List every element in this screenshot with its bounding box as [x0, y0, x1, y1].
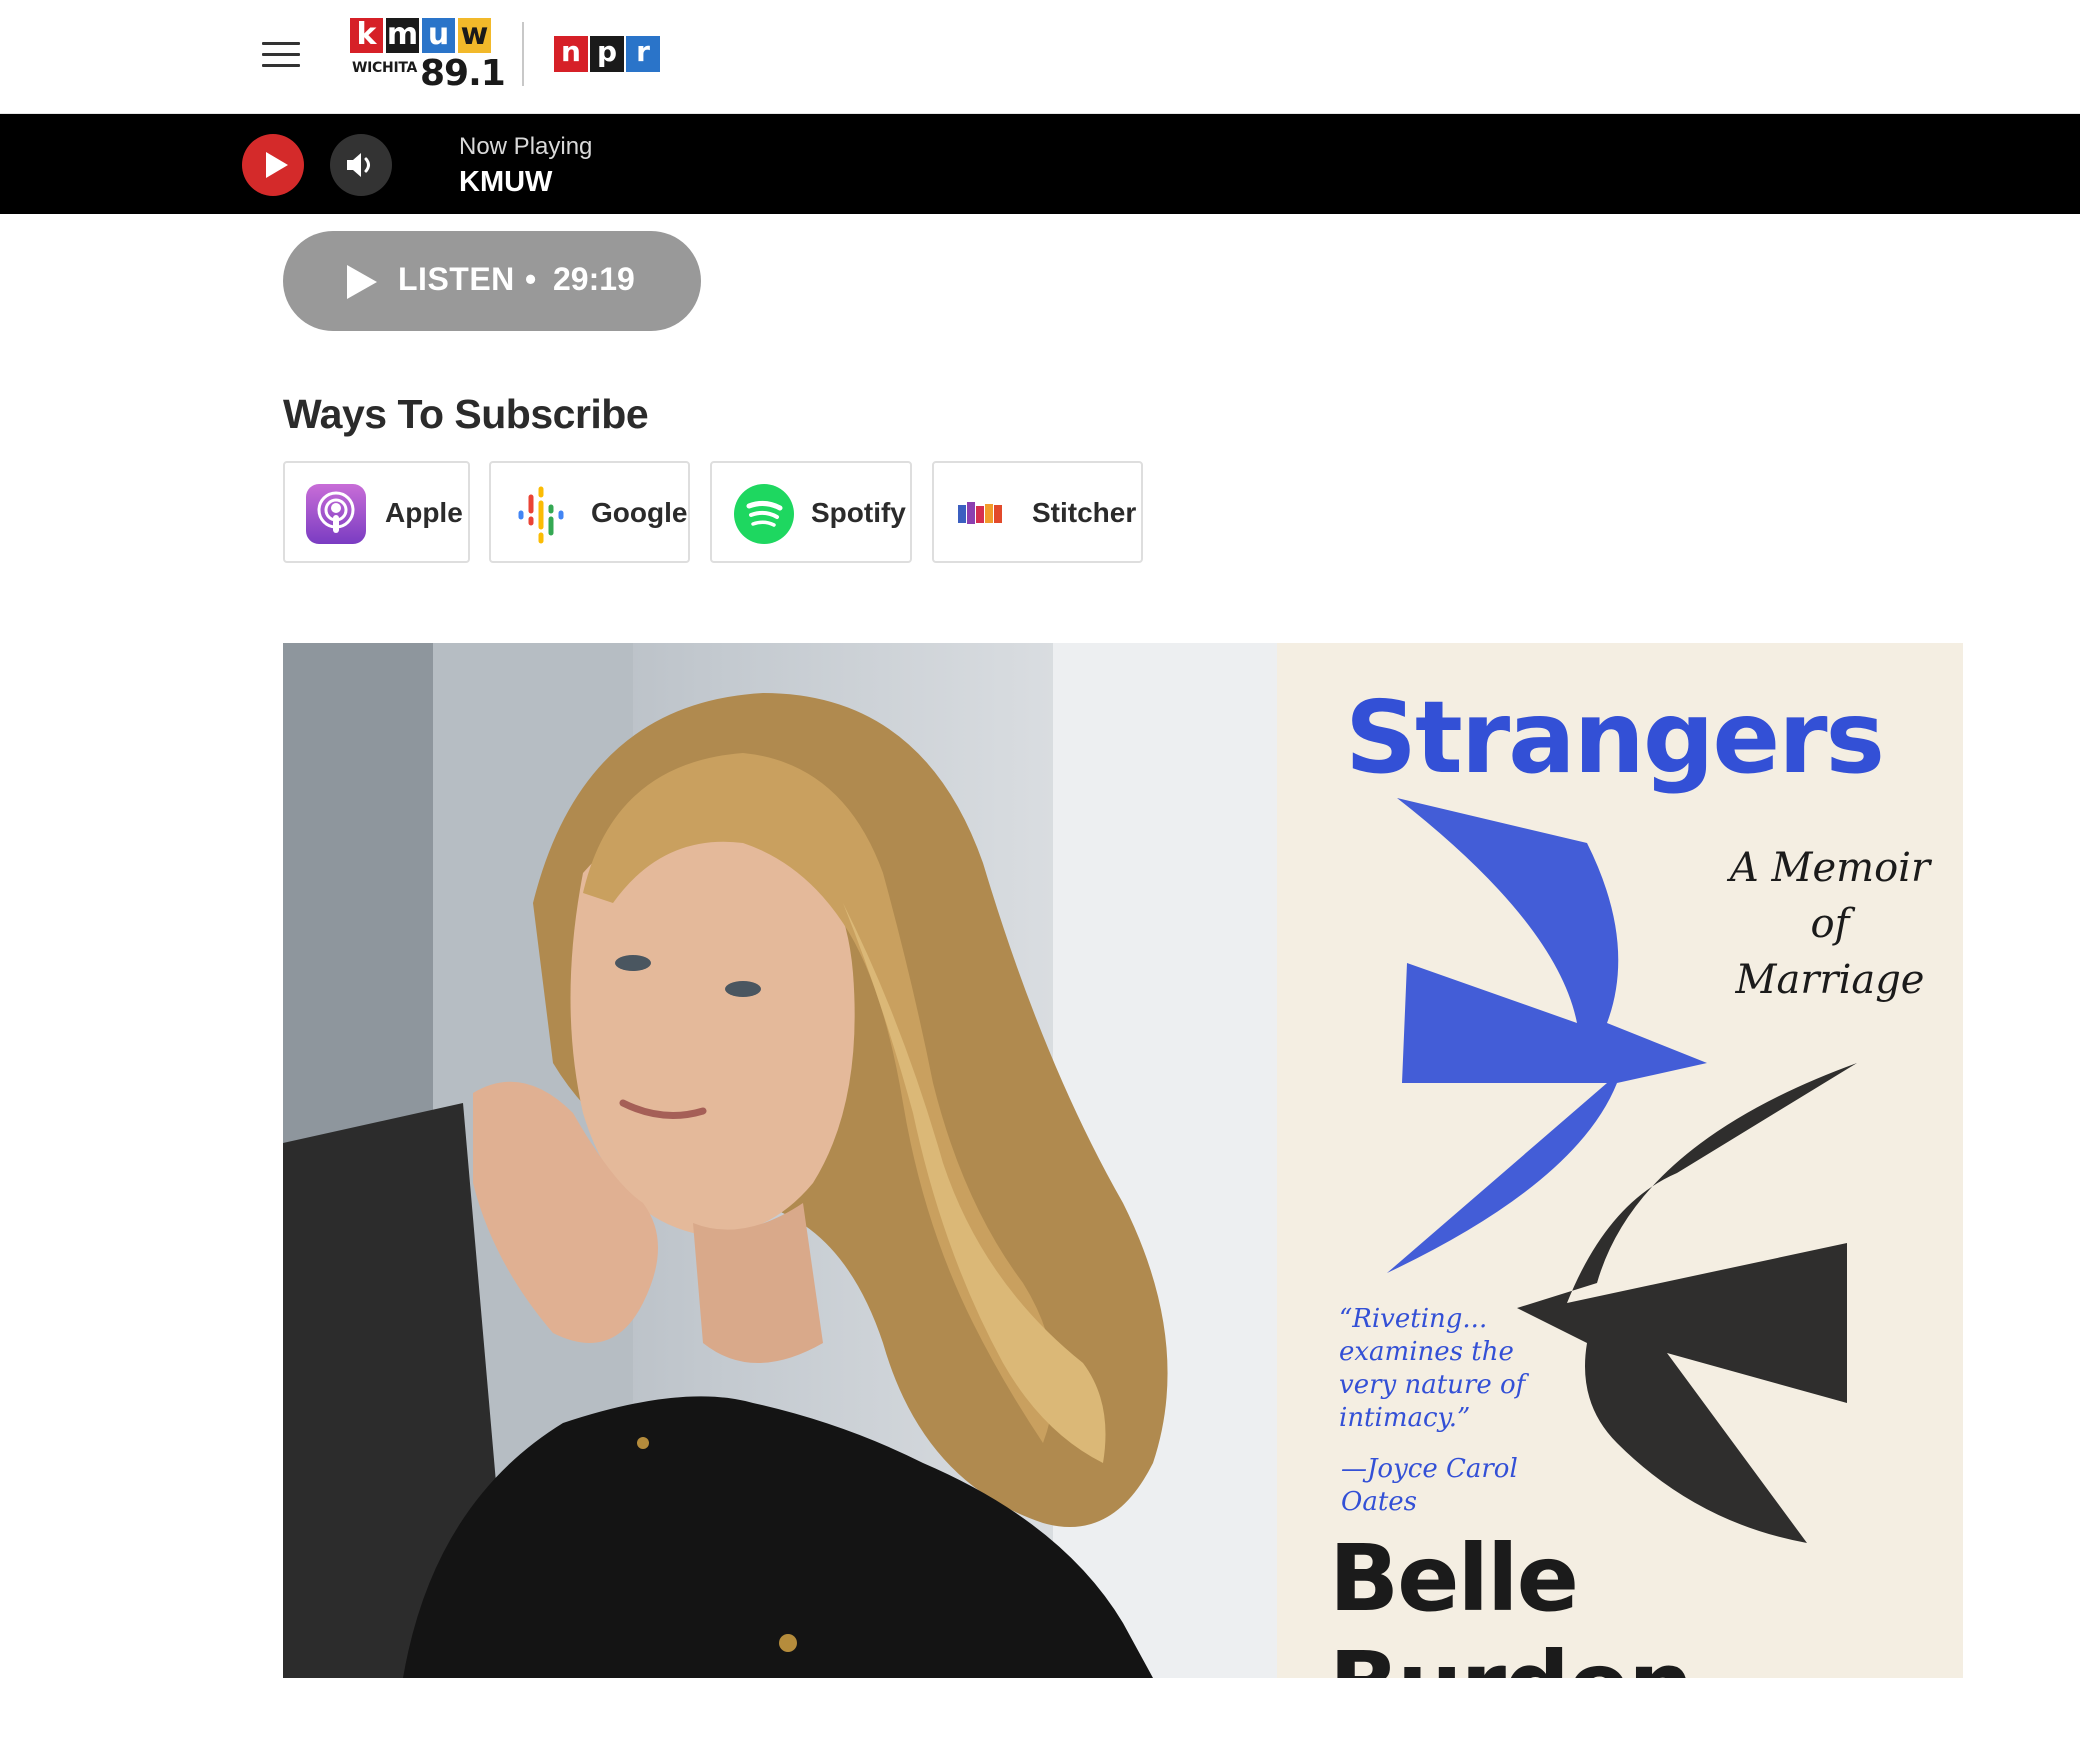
apple-podcasts-icon	[306, 484, 366, 544]
kmuw-letter-u: u	[422, 18, 455, 53]
author-photo	[283, 643, 1277, 1678]
live-play-button[interactable]	[242, 134, 304, 196]
listen-duration: 29:19	[553, 261, 635, 297]
now-playing-station[interactable]: KMUW	[459, 166, 552, 199]
book-title: Strangers	[1345, 679, 1885, 796]
subscribe-spotify-button[interactable]: Spotify	[710, 461, 912, 563]
npr-letter-n: n	[554, 36, 588, 72]
book-quote: “Riveting... examines the very nature of…	[1339, 1304, 1526, 1433]
hero-image: Strangers A Memoir of Marriage “Riveting…	[283, 643, 1963, 1678]
book-subtitle: A Memoir of Marriage	[1729, 845, 1931, 1003]
kmuw-letter-m: m	[386, 17, 419, 53]
subscribe-google-button[interactable]: Google	[489, 461, 690, 563]
volume-icon	[347, 153, 370, 177]
play-icon	[347, 265, 377, 299]
hamburger-menu-icon[interactable]	[262, 38, 300, 68]
google-podcasts-icon	[511, 485, 571, 545]
subscribe-stitcher-label: Stitcher	[1032, 497, 1137, 528]
subscribe-stitcher-button[interactable]: Stitcher	[932, 461, 1143, 563]
kmuw-letter-k: k	[350, 18, 383, 53]
npr-logo[interactable]: n p r	[554, 36, 662, 72]
volume-button[interactable]	[330, 134, 392, 196]
subscribe-apple-button[interactable]: Apple	[283, 461, 470, 563]
kmuw-city: WICHITA	[352, 60, 418, 76]
subscribe-apple-label: Apple	[385, 497, 463, 528]
listen-separator: •	[525, 261, 537, 297]
listen-label: LISTEN	[398, 261, 515, 297]
subscribe-spotify-label: Spotify	[811, 497, 906, 528]
subscribe-heading: Ways To Subscribe	[283, 391, 649, 437]
npr-letter-r: r	[626, 36, 660, 72]
npr-letter-p: p	[590, 36, 624, 72]
listen-button[interactable]: LISTEN • 29:19	[283, 231, 701, 331]
kmuw-letter-w: w	[458, 18, 491, 53]
live-player-bar: Now Playing KMUW	[0, 114, 2080, 214]
kmuw-frequency: 89.1	[420, 53, 506, 94]
stitcher-icon	[958, 501, 1010, 527]
subscribe-google-label: Google	[591, 497, 688, 528]
spotify-icon	[734, 484, 794, 544]
now-playing-label: Now Playing	[459, 133, 593, 160]
kmuw-logo[interactable]: k m u w WICHITA 89.1	[350, 18, 506, 94]
book-cover: Strangers A Memoir of Marriage “Riveting…	[1277, 643, 1963, 1678]
play-icon	[266, 152, 288, 178]
book-quote-author: —Joyce Carol Oates	[1341, 1454, 1518, 1517]
book-author: Belle Burden	[1329, 1525, 1694, 1678]
site-header: k m u w WICHITA 89.1 n p r	[0, 0, 2080, 114]
logo-divider	[522, 22, 524, 86]
kmuw-logo-letters: k m u w	[350, 18, 494, 53]
